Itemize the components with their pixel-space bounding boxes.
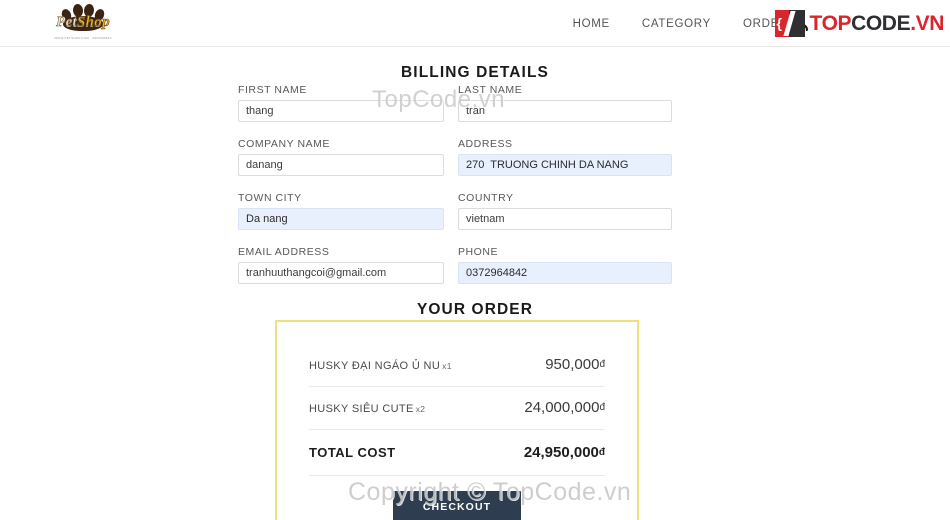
input-email-address[interactable] bbox=[238, 262, 444, 284]
field-company-name: COMPANY NAME bbox=[238, 138, 444, 176]
checkout-button[interactable]: CHECKOUT bbox=[393, 491, 521, 520]
field-first-name: FIRST NAME bbox=[238, 84, 444, 122]
code-braces-icon: { bbox=[774, 9, 805, 37]
input-phone[interactable] bbox=[458, 262, 672, 284]
nav-item-category[interactable]: CATEGORY bbox=[642, 18, 711, 30]
order-item-name: HUSKY SIÊU CUTE x2 bbox=[309, 403, 425, 415]
currency-symbol: đ bbox=[598, 447, 605, 458]
order-item-amount: 950,000 bbox=[545, 356, 600, 373]
label-first-name: FIRST NAME bbox=[238, 84, 307, 96]
input-company-name[interactable] bbox=[238, 154, 444, 176]
label-town-city: TOWN CITY bbox=[238, 192, 302, 204]
label-last-name: LAST NAME bbox=[458, 84, 523, 96]
label-company-name: COMPANY NAME bbox=[238, 138, 330, 150]
input-first-name[interactable] bbox=[238, 100, 444, 122]
brand-text-top: TOP bbox=[809, 11, 852, 35]
order-total-price: 24,950,000đ bbox=[524, 444, 605, 461]
site-logo[interactable]: PetShop WWW.PETSHOP.COM · 0905388823 bbox=[47, 3, 119, 47]
order-item-qty: x2 bbox=[415, 404, 426, 414]
logo-wordmark: PetShop bbox=[47, 14, 119, 30]
input-last-name[interactable] bbox=[458, 100, 672, 122]
logo-subtext: WWW.PETSHOP.COM · 0905388823 bbox=[54, 36, 112, 40]
order-item-title: HUSKY ĐẠI NGÁO Ủ NU bbox=[309, 360, 441, 372]
label-email-address: EMAIL ADDRESS bbox=[238, 246, 330, 258]
order-item-qty: x1 bbox=[442, 361, 452, 371]
field-address: ADDRESS bbox=[458, 138, 672, 176]
order-item-amount: 24,000,000 bbox=[524, 399, 600, 416]
checkout-button-container: CHECKOUT bbox=[309, 476, 605, 520]
logo-word-pet: Pet bbox=[56, 14, 77, 30]
billing-details-title: BILLING DETAILS bbox=[401, 64, 549, 81]
nav-item-home[interactable]: HOME bbox=[573, 18, 610, 30]
order-total-amount: 24,950,000 bbox=[523, 444, 599, 461]
site-header: PetShop WWW.PETSHOP.COM · 0905388823 HOM… bbox=[0, 0, 950, 47]
order-summary-box: HUSKY ĐẠI NGÁO Ủ NU x1 950,000đ HUSKY SIÊ… bbox=[275, 320, 639, 520]
topcode-wordmark: TOPCODE.VN bbox=[809, 11, 945, 35]
brand-text-code: CODE bbox=[851, 11, 911, 35]
topcode-brand-logo: { TOPCODE.VN bbox=[774, 9, 945, 37]
field-country: COUNTRY bbox=[458, 192, 672, 230]
brand-text-tld: .VN bbox=[910, 11, 944, 35]
field-last-name: LAST NAME bbox=[458, 84, 672, 122]
field-email-address: EMAIL ADDRESS bbox=[238, 246, 444, 284]
order-item-title: HUSKY SIÊU CUTE bbox=[309, 403, 414, 415]
order-item-name: HUSKY ĐẠI NGÁO Ủ NU x1 bbox=[309, 360, 452, 372]
label-country: COUNTRY bbox=[458, 192, 514, 204]
currency-symbol: đ bbox=[599, 359, 605, 370]
order-total-row: TOTAL COST 24,950,000đ bbox=[309, 430, 605, 476]
order-total-label: TOTAL COST bbox=[309, 445, 396, 460]
input-address[interactable] bbox=[458, 154, 672, 176]
field-town-city: TOWN CITY bbox=[238, 192, 444, 230]
label-phone: PHONE bbox=[458, 246, 499, 258]
order-item-row: HUSKY SIÊU CUTE x2 24,000,000đ bbox=[309, 387, 605, 430]
logo-word-shop: Shop bbox=[77, 14, 110, 30]
field-phone: PHONE bbox=[458, 246, 672, 284]
order-item-price: 950,000đ bbox=[545, 356, 605, 373]
main-navigation: HOME CATEGORY ORDER bbox=[573, 0, 788, 47]
checkout-page: PetShop WWW.PETSHOP.COM · 0905388823 HOM… bbox=[0, 0, 950, 520]
order-item-price: 24,000,000đ bbox=[524, 399, 605, 416]
input-country[interactable] bbox=[458, 208, 672, 230]
input-town-city[interactable] bbox=[238, 208, 444, 230]
your-order-title: YOUR ORDER bbox=[416, 301, 534, 318]
currency-symbol: đ bbox=[599, 402, 605, 413]
order-item-row: HUSKY ĐẠI NGÁO Ủ NU x1 950,000đ bbox=[309, 344, 605, 387]
label-address: ADDRESS bbox=[458, 138, 513, 150]
